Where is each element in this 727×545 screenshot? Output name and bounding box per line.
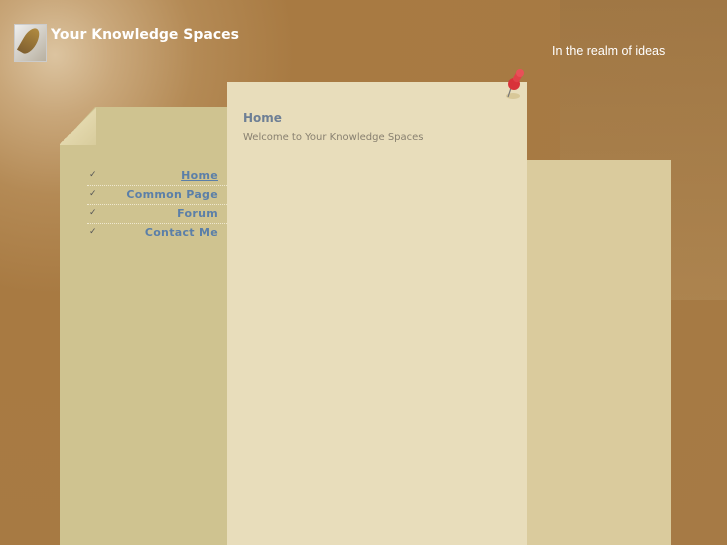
main-content-panel xyxy=(227,82,527,545)
check-icon: ✓ xyxy=(89,208,97,218)
page-heading: Home xyxy=(243,111,282,125)
pushpin-icon xyxy=(506,69,524,99)
nav-link-home[interactable]: Home xyxy=(181,169,218,182)
nav-link-forum[interactable]: Forum xyxy=(177,207,218,220)
nav-item-common-page: ✓ Common Page xyxy=(87,186,227,205)
nav-item-contact-me: ✓ Contact Me xyxy=(87,224,227,242)
check-icon: ✓ xyxy=(89,189,97,199)
site-title[interactable]: Your Knowledge Spaces xyxy=(51,27,239,43)
nav-link-common-page[interactable]: Common Page xyxy=(126,188,218,201)
sidebar-nav: ✓ Home ✓ Common Page ✓ Forum ✓ Contact M… xyxy=(87,167,227,242)
right-panel xyxy=(527,160,671,545)
check-icon: ✓ xyxy=(89,227,97,237)
nav-item-home: ✓ Home xyxy=(87,167,227,186)
tagline: In the realm of ideas xyxy=(552,44,666,58)
nav-link-contact-me[interactable]: Contact Me xyxy=(145,226,218,239)
quill-logo-icon[interactable] xyxy=(14,24,47,62)
check-icon: ✓ xyxy=(89,170,97,180)
folded-corner xyxy=(60,107,96,145)
welcome-text: Welcome to Your Knowledge Spaces xyxy=(243,132,424,143)
nav-item-forum: ✓ Forum xyxy=(87,205,227,224)
